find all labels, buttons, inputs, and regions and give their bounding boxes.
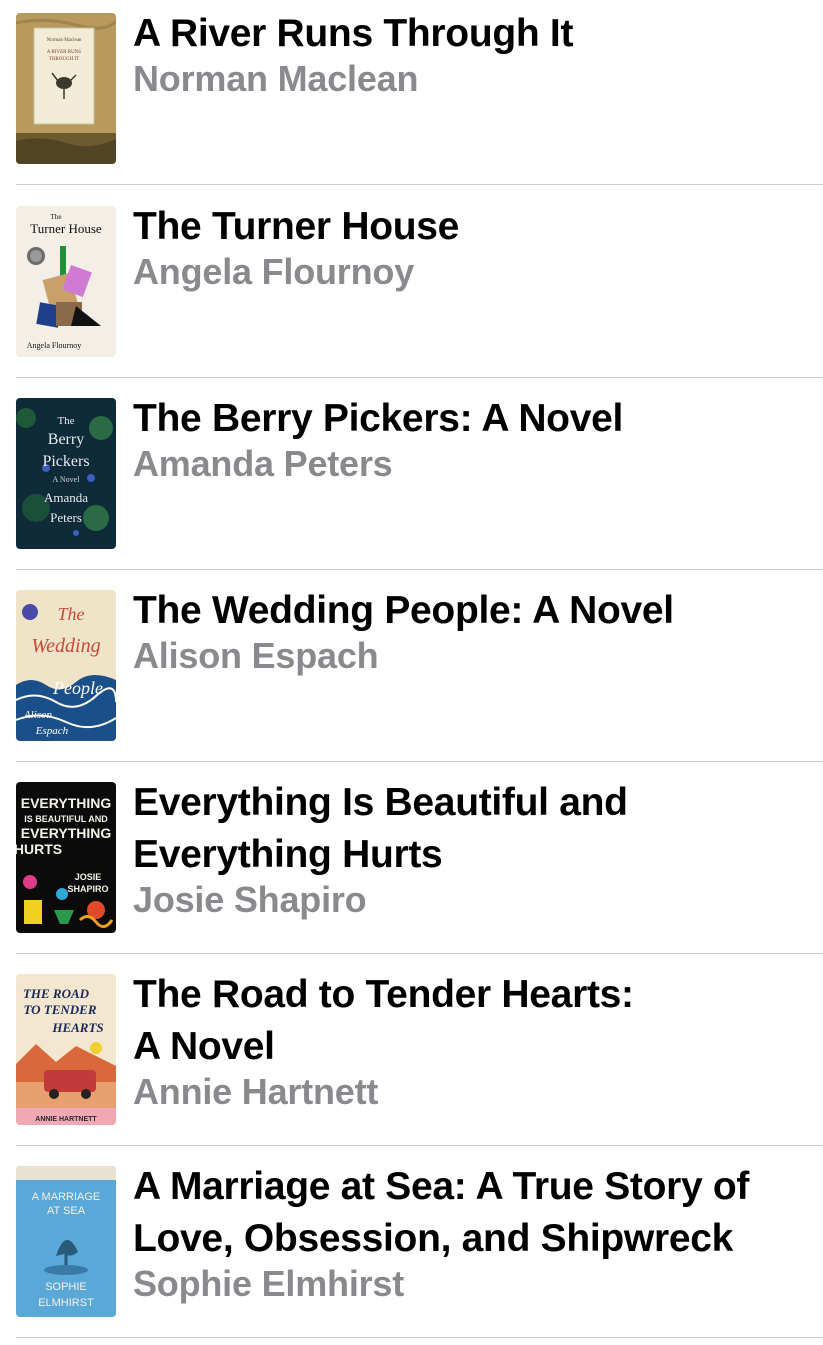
- book-author: Angela Flournoy: [133, 251, 415, 292]
- svg-text:Wedding: Wedding: [31, 635, 100, 657]
- book-author: Amanda Peters: [133, 443, 393, 484]
- svg-text:Norman Maclean: Norman Maclean: [47, 38, 82, 43]
- book-author: Norman Maclean: [133, 58, 419, 99]
- svg-text:People: People: [52, 678, 103, 698]
- everything-beautiful-cover-art: EVERYTHING IS BEAUTIFUL AND EVERYTHING H…: [16, 782, 116, 933]
- book-cover[interactable]: The Wedding People Alison Espach: [16, 590, 116, 741]
- svg-text:Alison: Alison: [23, 709, 53, 721]
- book-title: A River Runs Through It: [133, 12, 574, 55]
- book-title: The Turner House: [133, 205, 460, 248]
- book-cover[interactable]: The Turner House Angela Flournoy: [16, 206, 116, 357]
- row-separator: [16, 953, 823, 954]
- svg-text:Peters: Peters: [50, 510, 82, 525]
- row-separator: [16, 1337, 823, 1338]
- svg-text:The: The: [58, 604, 85, 624]
- row-separator: [16, 1145, 823, 1146]
- book-row-turner-house[interactable]: The Turner House Angela Flournoy The Tur…: [0, 193, 823, 385]
- svg-text:ELMHIRST: ELMHIRST: [38, 1297, 94, 1309]
- svg-text:A MARRIAGE: A MARRIAGE: [32, 1191, 100, 1203]
- book-title: A Marriage at Sea: A True Story of Love,…: [133, 1165, 750, 1260]
- row-separator: [16, 184, 823, 185]
- berry-pickers-cover-art: The Berry Pickers A Novel Amanda Peters: [16, 398, 116, 549]
- svg-text:SHAPIRO: SHAPIRO: [67, 884, 108, 894]
- svg-text:The: The: [57, 415, 74, 427]
- svg-text:Turner House: Turner House: [30, 221, 102, 236]
- svg-text:EVERYTHING: EVERYTHING: [21, 795, 112, 811]
- book-author: Annie Hartnett: [133, 1071, 379, 1112]
- book-title: The Berry Pickers: A Novel: [133, 397, 624, 440]
- book-title: The Wedding People: A Novel: [133, 589, 674, 632]
- svg-text:AT SEA: AT SEA: [47, 1205, 86, 1217]
- book-row-river-runs[interactable]: Norman Maclean A RIVER RUNS THROUGH IT A…: [0, 0, 823, 192]
- svg-text:Espach: Espach: [35, 725, 69, 737]
- marriage-at-sea-cover-art: A MARRIAGE AT SEA SOPHIE ELMHIRST: [16, 1166, 116, 1317]
- book-cover[interactable]: The Berry Pickers A Novel Amanda Peters: [16, 398, 116, 549]
- svg-text:THE ROAD: THE ROAD: [23, 986, 90, 1001]
- book-row-road-tender-hearts[interactable]: THE ROAD TO TENDER HEARTS ANNIE HARTNETT…: [0, 961, 823, 1153]
- book-cover[interactable]: A MARRIAGE AT SEA SOPHIE ELMHIRST: [16, 1166, 116, 1317]
- svg-text:IS BEAUTIFUL AND: IS BEAUTIFUL AND: [24, 814, 108, 824]
- book-cover[interactable]: THE ROAD TO TENDER HEARTS ANNIE HARTNETT: [16, 974, 116, 1125]
- svg-text:TO TENDER: TO TENDER: [23, 1002, 96, 1017]
- book-title: The Road to Tender Hearts: A Novel: [133, 973, 634, 1068]
- svg-text:HURTS: HURTS: [16, 841, 62, 857]
- svg-text:EVERYTHING: EVERYTHING: [21, 825, 112, 841]
- svg-text:A Novel: A Novel: [53, 475, 81, 484]
- row-separator: [16, 377, 823, 378]
- book-row-marriage-at-sea[interactable]: A MARRIAGE AT SEA SOPHIE ELMHIRST A Marr…: [0, 1153, 823, 1345]
- svg-text:A RIVER RUNS: A RIVER RUNS: [47, 50, 81, 55]
- row-separator: [16, 569, 823, 570]
- svg-text:ANNIE HARTNETT: ANNIE HARTNETT: [35, 1116, 97, 1123]
- book-row-everything-beautiful[interactable]: EVERYTHING IS BEAUTIFUL AND EVERYTHING H…: [0, 769, 823, 961]
- book-author: Josie Shapiro: [133, 879, 367, 920]
- svg-text:Berry: Berry: [48, 431, 84, 448]
- book-author: Alison Espach: [133, 635, 379, 676]
- svg-text:The: The: [51, 213, 62, 221]
- svg-text:JOSIE: JOSIE: [75, 872, 102, 882]
- svg-text:THROUGH IT: THROUGH IT: [49, 57, 79, 62]
- book-cover[interactable]: EVERYTHING IS BEAUTIFUL AND EVERYTHING H…: [16, 782, 116, 933]
- turner-house-cover-art: The Turner House Angela Flournoy: [16, 206, 116, 357]
- book-cover[interactable]: Norman Maclean A RIVER RUNS THROUGH IT: [16, 13, 116, 164]
- book-title: Everything Is Beautiful and Everything H…: [133, 781, 628, 876]
- wedding-people-cover-art: The Wedding People Alison Espach: [16, 590, 116, 741]
- row-separator: [16, 761, 823, 762]
- svg-text:HEARTS: HEARTS: [51, 1020, 103, 1035]
- svg-text:Amanda: Amanda: [44, 490, 88, 505]
- svg-text:Pickers: Pickers: [42, 453, 89, 470]
- svg-text:SOPHIE: SOPHIE: [45, 1281, 87, 1293]
- book-author: Sophie Elmhirst: [133, 1263, 405, 1304]
- book-row-berry-pickers[interactable]: The Berry Pickers A Novel Amanda Peters …: [0, 385, 823, 577]
- road-tender-hearts-cover-art: THE ROAD TO TENDER HEARTS ANNIE HARTNETT: [16, 974, 116, 1125]
- river-runs-cover-art: Norman Maclean A RIVER RUNS THROUGH IT: [16, 13, 116, 164]
- svg-text:Angela Flournoy: Angela Flournoy: [27, 341, 81, 350]
- book-row-wedding-people[interactable]: The Wedding People Alison Espach The Wed…: [0, 577, 823, 769]
